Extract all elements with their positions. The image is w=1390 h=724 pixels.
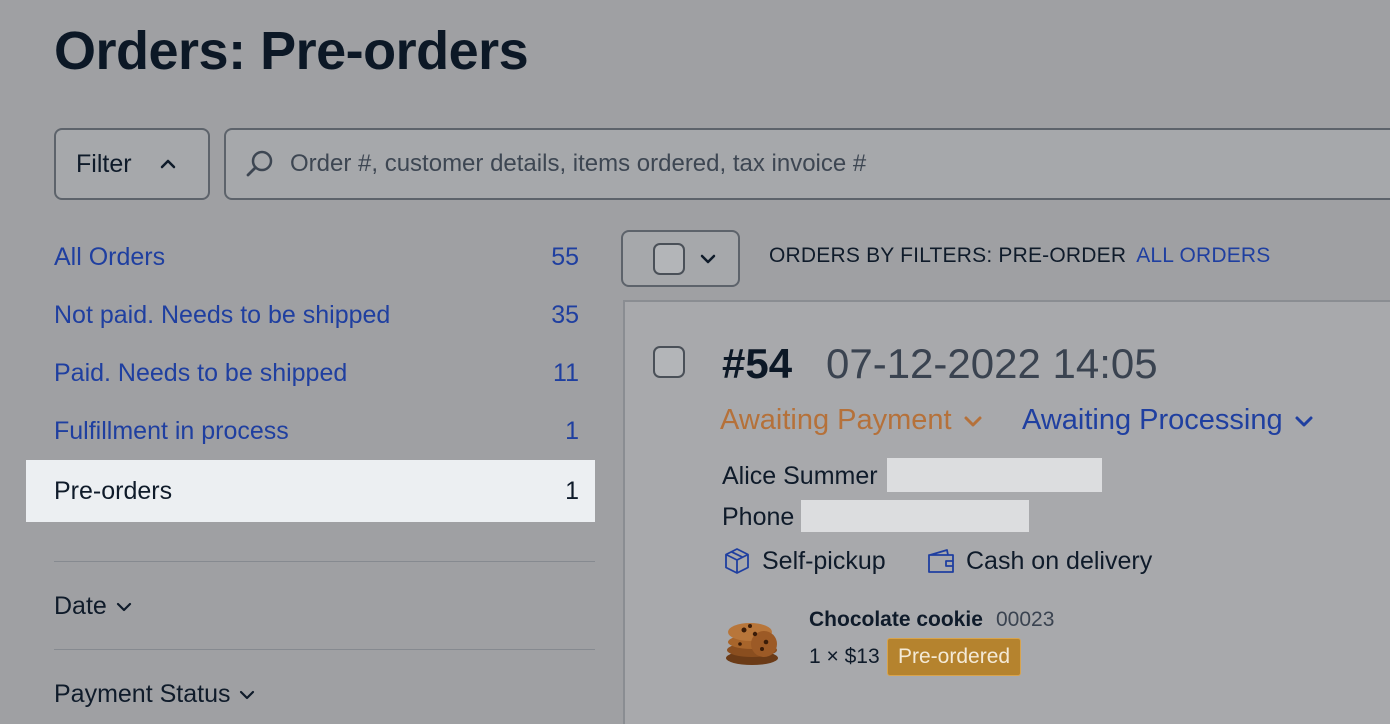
select-all-checkbox[interactable]	[653, 242, 685, 275]
sidebar-item-count: 11	[553, 358, 579, 387]
package-icon	[725, 548, 749, 574]
redacted-email	[887, 458, 1102, 492]
divider	[54, 649, 595, 650]
order-checkbox[interactable]	[653, 346, 685, 378]
pre-ordered-badge: Pre-ordered	[887, 638, 1022, 676]
search-box[interactable]	[224, 128, 1390, 200]
sidebar-item-label: Pre-orders	[54, 476, 173, 505]
customer-name: Alice Summer	[722, 462, 878, 490]
all-orders-link[interactable]: ALL ORDERS	[1136, 244, 1270, 267]
sidebar-item-paid[interactable]: Paid. Needs to be shipped 11	[26, 344, 595, 402]
sidebar-item-label: Not paid. Needs to be shipped	[54, 300, 391, 329]
sidebar-item-count: 55	[551, 242, 579, 271]
shipping-method: Self-pickup	[722, 546, 886, 576]
active-filters: ORDERS BY FILTERS: PRE-ORDER ALL ORDERS	[769, 244, 1270, 268]
payment-method: Cash on delivery	[926, 546, 1152, 576]
sidebar-item-all-orders[interactable]: All Orders 55	[26, 228, 595, 286]
search-input[interactable]	[290, 150, 1290, 178]
cookie-thumbnail	[726, 623, 778, 665]
payment-status-label: Awaiting Payment	[720, 404, 952, 436]
divider	[54, 561, 595, 562]
sidebar-nav: All Orders 55 Not paid. Needs to be ship…	[26, 228, 595, 522]
section-label: Payment Status	[54, 680, 231, 708]
chevron-down-icon	[964, 416, 982, 426]
search-icon	[246, 150, 273, 177]
wallet-icon	[928, 549, 954, 573]
redacted-phone	[801, 500, 1029, 532]
chevron-down-icon	[240, 690, 255, 699]
phone-label: Phone	[722, 503, 795, 531]
chevron-down-icon	[700, 254, 716, 263]
sidebar-item-label: All Orders	[54, 242, 166, 271]
item-name[interactable]: Chocolate cookie	[809, 608, 983, 632]
sidebar-item-label: Fulfillment in process	[54, 416, 289, 445]
date-section-toggle[interactable]: Date	[54, 592, 133, 621]
order-date: 07-12-2022 14:05	[826, 340, 1158, 387]
sidebar-item-count: 1	[565, 476, 579, 505]
order-number[interactable]: #54	[722, 340, 792, 388]
section-label: Date	[54, 592, 107, 620]
shipping-method-label: Self-pickup	[762, 546, 886, 575]
payment-method-label: Cash on delivery	[966, 546, 1153, 575]
payment-status-dropdown[interactable]: Awaiting Payment	[720, 404, 984, 437]
item-quantity-price: 1 × $13	[809, 645, 880, 668]
page-title: Orders: Pre-orders	[54, 21, 529, 81]
filter-button[interactable]: Filter	[54, 128, 210, 200]
chevron-down-icon	[1295, 416, 1313, 426]
sidebar-item-pre-orders[interactable]: Pre-orders 1	[26, 460, 595, 522]
filters-text: ORDERS BY FILTERS: PRE-ORDER	[769, 244, 1127, 267]
chevron-up-icon	[160, 159, 175, 169]
sidebar-item-count: 35	[551, 300, 579, 329]
chevron-down-icon	[116, 602, 131, 611]
sidebar-item-fulfillment[interactable]: Fulfillment in process 1	[26, 402, 595, 460]
bulk-select-dropdown[interactable]	[621, 230, 740, 287]
sidebar-item-label: Paid. Needs to be shipped	[54, 358, 348, 387]
item-sku: 00023	[996, 608, 1055, 631]
fulfillment-status-label: Awaiting Processing	[1022, 404, 1283, 436]
payment-status-section-toggle[interactable]: Payment Status	[54, 680, 256, 709]
fulfillment-status-dropdown[interactable]: Awaiting Processing	[1022, 404, 1315, 437]
sidebar-item-count: 1	[565, 416, 579, 445]
filter-button-label: Filter	[76, 149, 132, 178]
sidebar-item-not-paid[interactable]: Not paid. Needs to be shipped 35	[26, 286, 595, 344]
